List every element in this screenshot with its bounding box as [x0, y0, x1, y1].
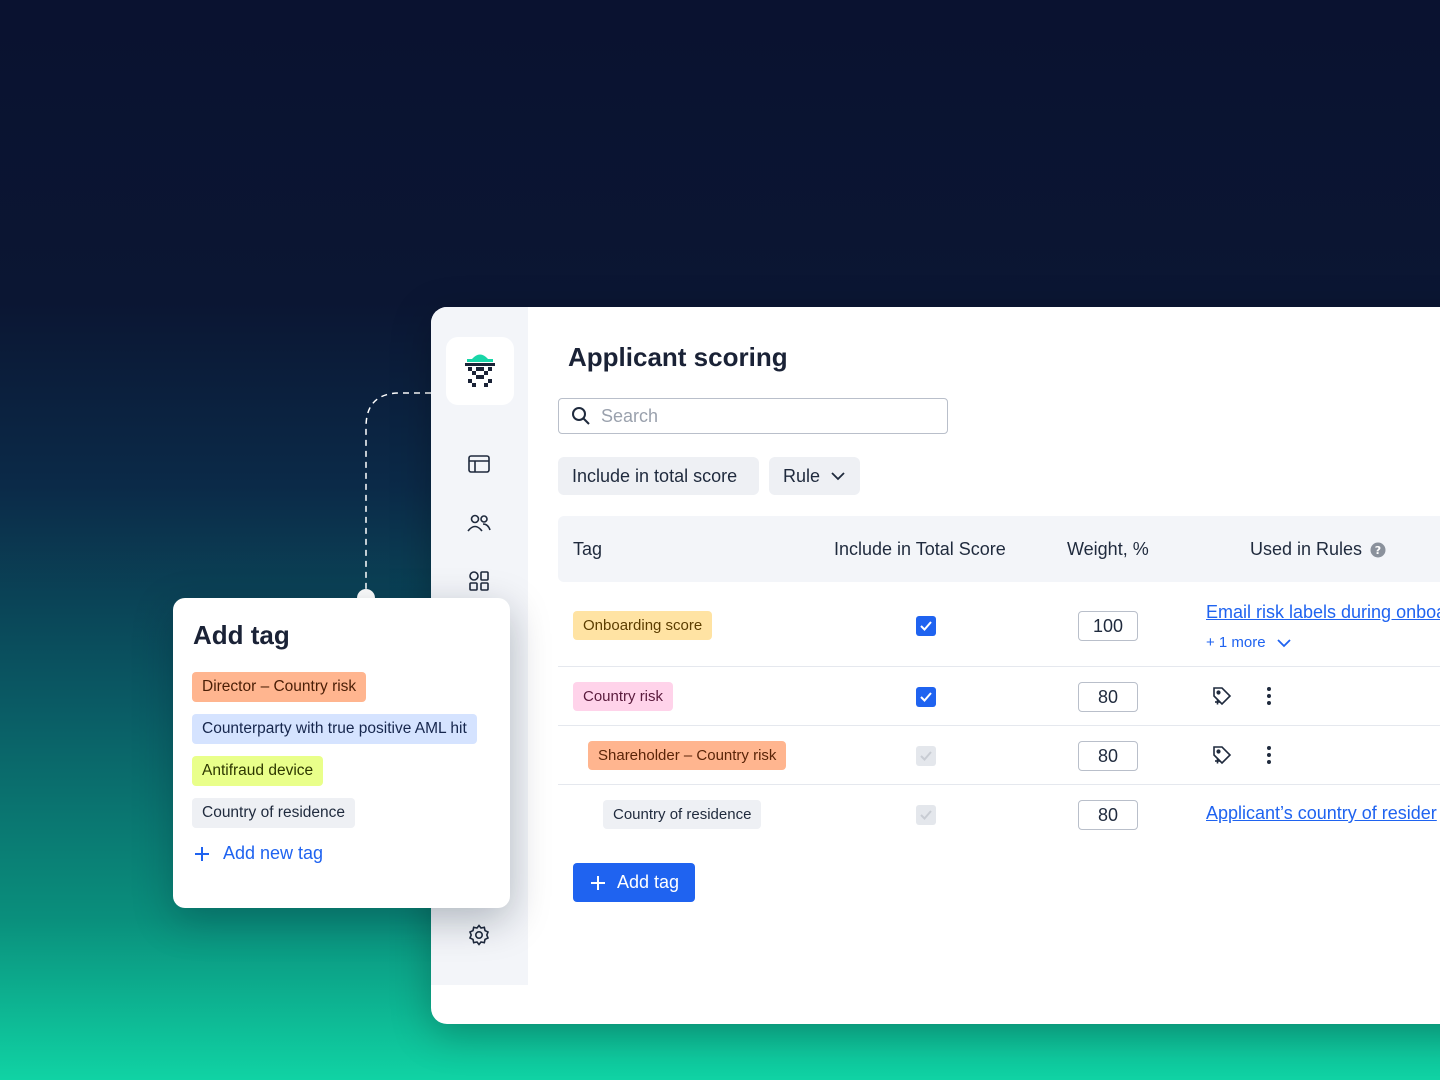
- search-input[interactable]: [599, 404, 923, 428]
- tag-shareholder-country-risk[interactable]: Shareholder – Country risk: [588, 741, 787, 770]
- chevron-down-icon: [831, 472, 845, 481]
- rule-link-email-risk[interactable]: Email risk labels during onboa: [1206, 602, 1440, 623]
- more-rules-toggle[interactable]: + 1 more: [1206, 634, 1292, 651]
- rule-filter-button[interactable]: Rule: [769, 457, 860, 495]
- rule-filter-label: Rule: [783, 465, 821, 486]
- tag-country-of-residence[interactable]: Country of residence: [603, 800, 762, 829]
- add-new-tag-label: Add new tag: [223, 843, 324, 863]
- add-tag-popup: Add tag Director – Country risk Counterp…: [173, 598, 510, 908]
- check-icon: [920, 692, 932, 702]
- tag-add-icon[interactable]: [1210, 743, 1234, 767]
- check-icon: [920, 621, 932, 631]
- add-new-tag-button[interactable]: Add new tag: [193, 843, 323, 864]
- app-stage: Applicant scoring Include in total score…: [0, 0, 1440, 1080]
- tag-onboarding-score[interactable]: Onboarding score: [573, 611, 713, 640]
- page-title: Applicant scoring: [568, 342, 788, 372]
- content-area: Applicant scoring Include in total score…: [528, 307, 1440, 1024]
- weight-input-onboarding[interactable]: 100: [1078, 611, 1138, 641]
- rule-link-country-residence[interactable]: Applicant’s country of resider: [1206, 803, 1437, 824]
- tag-add-icon[interactable]: [1210, 684, 1234, 708]
- popup-title: Add tag: [193, 620, 290, 650]
- check-icon: [920, 751, 932, 761]
- popup-tag-counterparty-aml[interactable]: Counterparty with true positive AML hit: [192, 714, 477, 744]
- header-tag: Tag: [573, 539, 603, 559]
- apps-icon[interactable]: [465, 567, 493, 595]
- include-checkbox-shareholder: [916, 746, 936, 766]
- main-window: Applicant scoring Include in total score…: [431, 307, 1440, 1024]
- table-header: Tag Include in Total Score Weight, % Use…: [558, 516, 1440, 582]
- plus-icon: [195, 846, 209, 861]
- include-checkbox-onboarding[interactable]: [916, 616, 936, 636]
- search-icon: [571, 406, 591, 426]
- header-include: Include in Total Score: [834, 539, 1006, 559]
- include-checkbox-country-risk[interactable]: [916, 687, 936, 707]
- svg-text:?: ?: [1375, 544, 1381, 557]
- logo[interactable]: [446, 337, 514, 405]
- include-filter-button[interactable]: Include in total score: [558, 457, 759, 495]
- row-divider: [558, 666, 1440, 667]
- weight-input-residence[interactable]: 80: [1078, 800, 1138, 830]
- plus-icon: [591, 875, 605, 890]
- help-icon[interactable]: ?: [1370, 542, 1386, 558]
- add-tag-button[interactable]: Add tag: [573, 863, 696, 902]
- weight-input-shareholder[interactable]: 80: [1078, 741, 1138, 771]
- row-divider: [558, 784, 1440, 785]
- popup-tag-antifraud-device[interactable]: Antifraud device: [192, 756, 324, 786]
- search-box[interactable]: [558, 398, 948, 434]
- more-rules-label: + 1 more: [1206, 634, 1266, 651]
- weight-input-country-risk[interactable]: 80: [1078, 682, 1138, 712]
- row-divider: [558, 725, 1440, 726]
- include-checkbox-residence: [916, 805, 936, 825]
- more-vertical-icon[interactable]: [1257, 743, 1281, 767]
- check-icon: [920, 810, 932, 820]
- add-tag-label: Add tag: [617, 872, 680, 892]
- tag-country-risk[interactable]: Country risk: [573, 682, 674, 711]
- header-used-in-rules-label: Used in Rules: [1250, 539, 1363, 559]
- users-icon[interactable]: [465, 509, 493, 537]
- popup-tag-director-country-risk[interactable]: Director – Country risk: [192, 672, 367, 702]
- popup-tag-country-of-residence[interactable]: Country of residence: [192, 798, 356, 828]
- chevron-down-icon: [1276, 638, 1291, 647]
- more-vertical-icon[interactable]: [1257, 684, 1281, 708]
- gear-icon[interactable]: [465, 921, 493, 949]
- layout-icon[interactable]: [465, 450, 493, 478]
- header-weight: Weight, %: [1067, 539, 1149, 559]
- include-filter-label: Include in total score: [572, 465, 738, 486]
- logo-icon: [465, 354, 495, 387]
- header-used-in-rules: Used in Rules ?: [1250, 539, 1386, 560]
